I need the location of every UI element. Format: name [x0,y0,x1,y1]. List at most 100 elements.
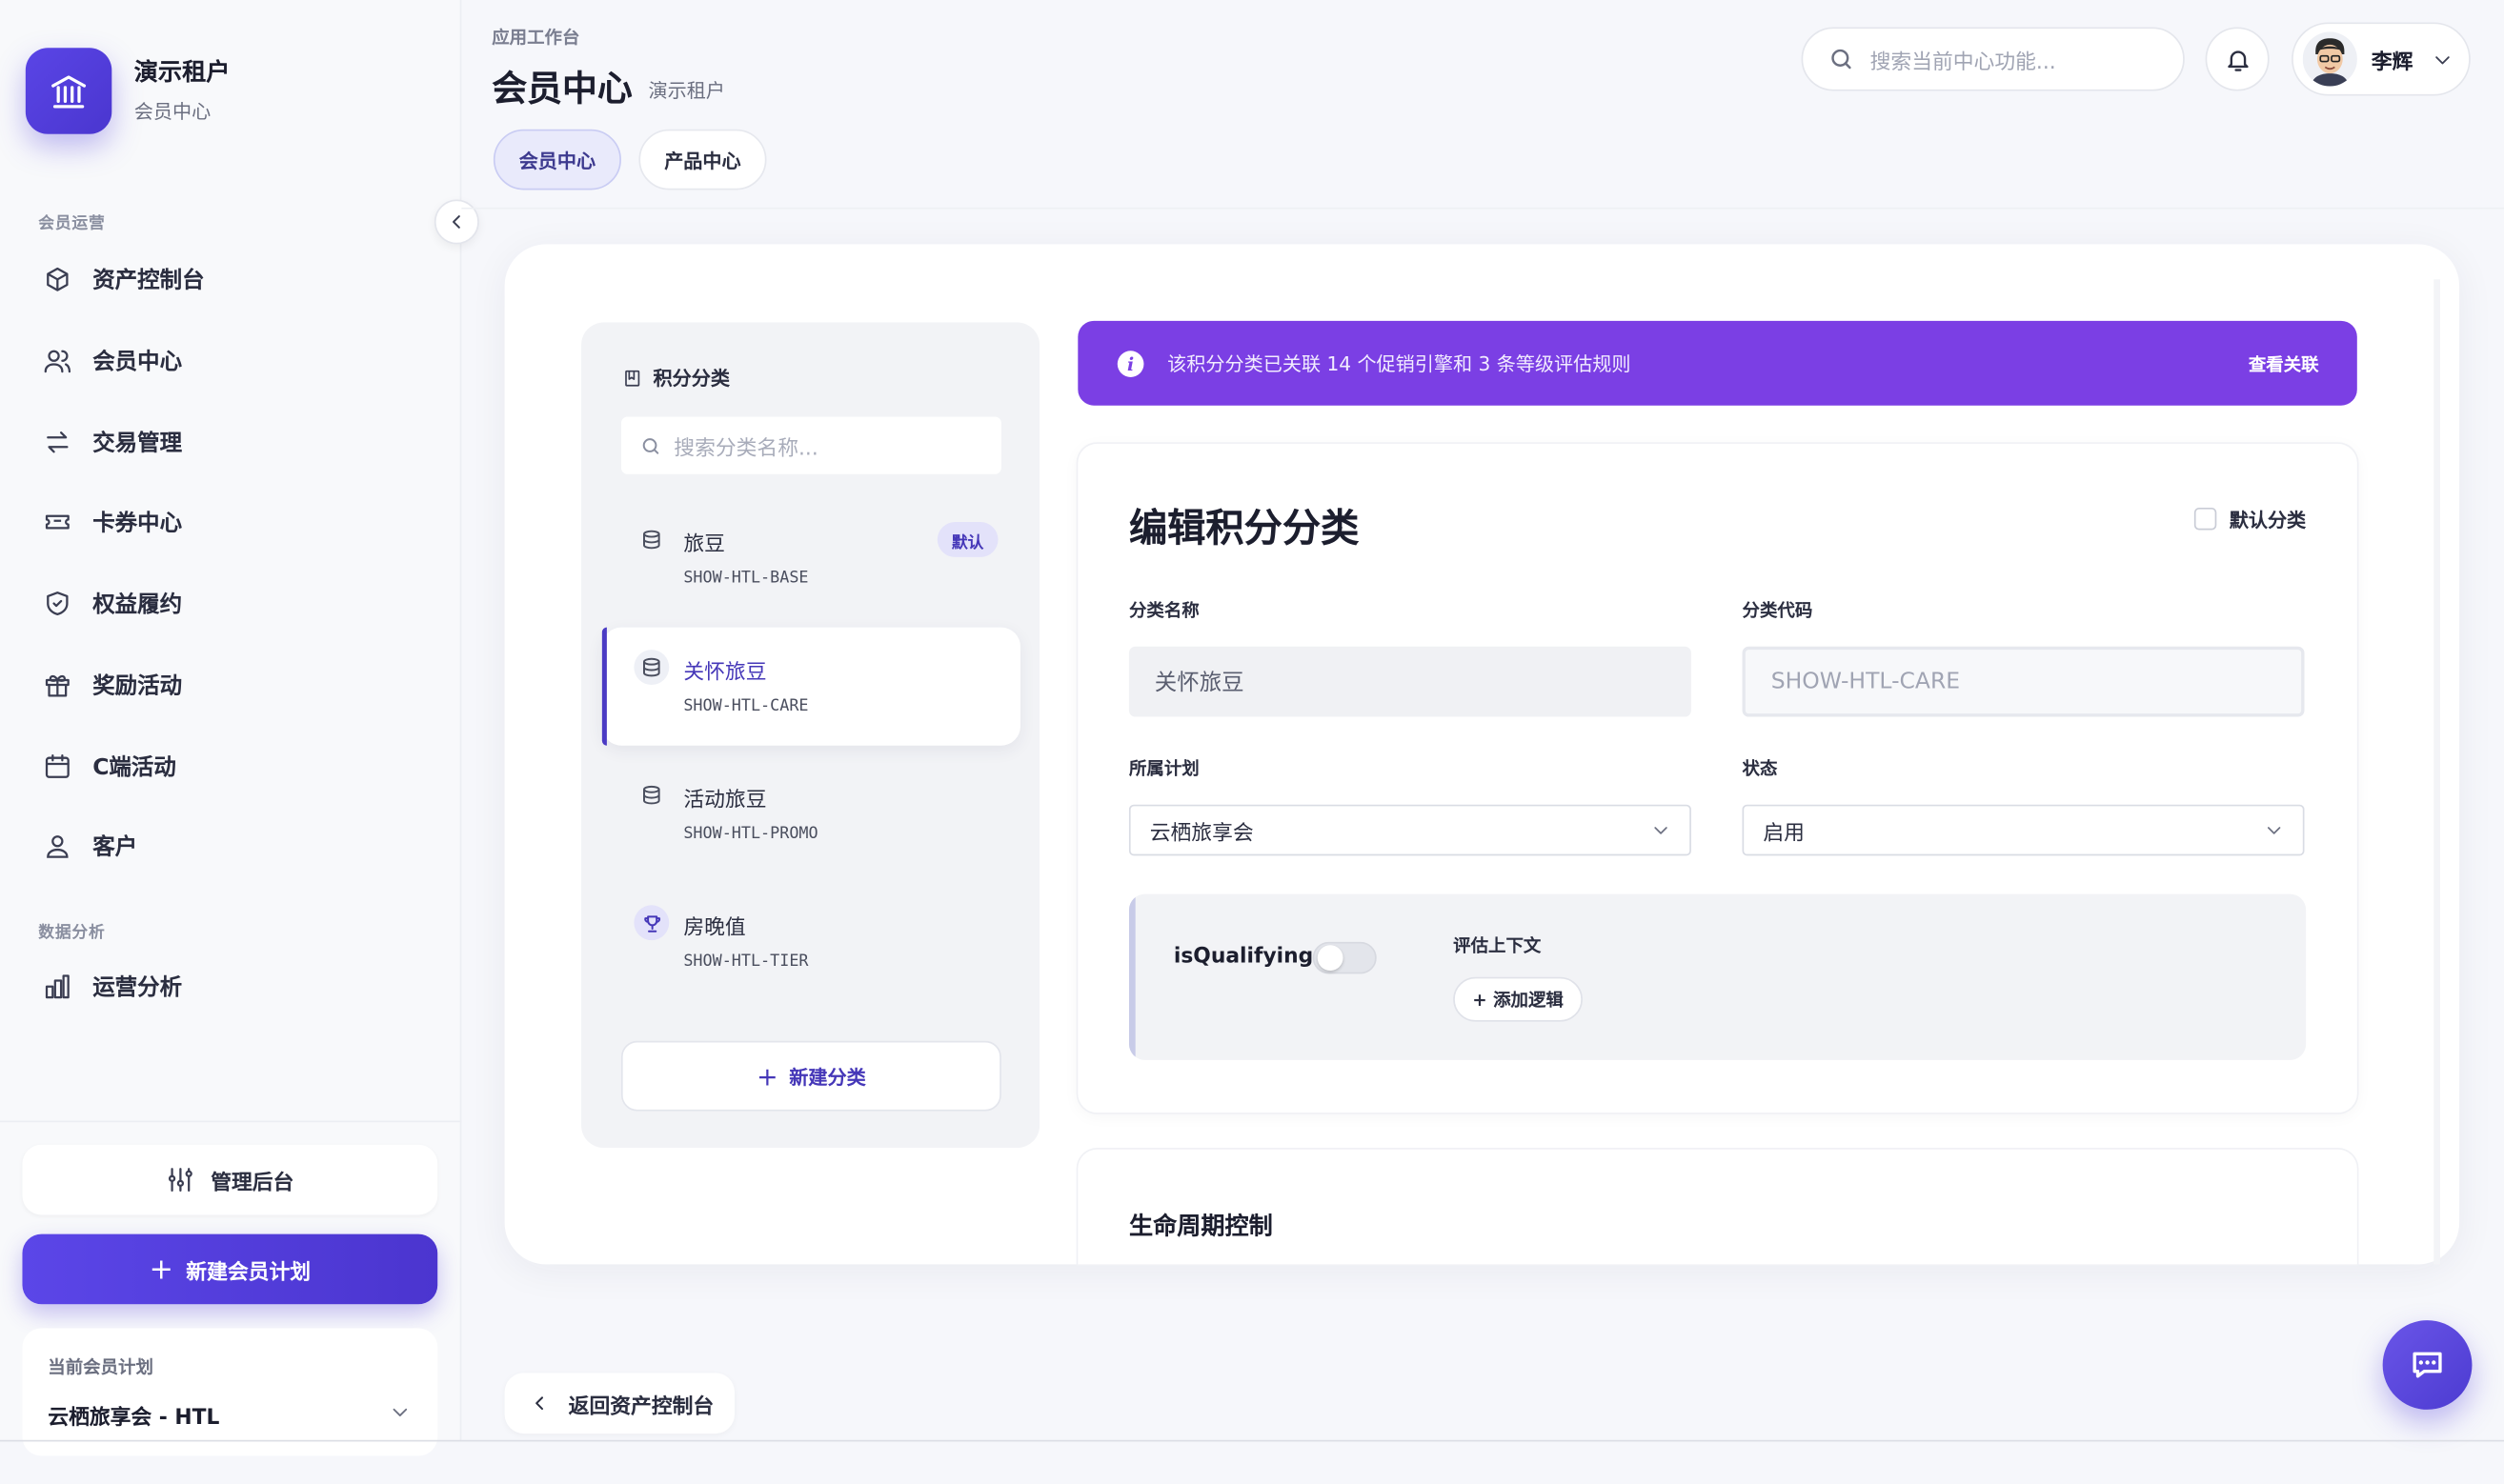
new-category-button[interactable]: + 新建分类 [620,1040,1001,1112]
category-item[interactable]: 房晚值 SHOW-HTL-TIER [602,883,1020,1001]
status-select-value: 启用 [1763,821,1805,846]
sidebar-item-label: 卡券中心 [92,511,183,537]
user-menu[interactable]: 李辉 [2292,22,2471,96]
tab-member-center[interactable]: 会员中心 [493,129,621,191]
sidebar-item-coupons[interactable]: 卡券中心 [22,491,437,554]
chat-icon [2413,1352,2442,1378]
users-icon [42,345,74,377]
plus-icon: + [149,1252,173,1287]
category-code-field[interactable]: SHOW-HTL-CARE [1742,646,2305,717]
field-label-code: 分类代码 [1742,600,1813,621]
alert-text: 该积分分类已关联 14 个促销引擎和 3 条等级评估规则 [1167,352,1631,375]
plan-select[interactable]: 云栖旅享会 [1128,804,1691,856]
category-code: SHOW-HTL-TIER [683,953,809,972]
field-label-plan: 所属计划 [1128,758,1200,779]
user-icon [42,831,74,863]
trophy-icon [634,905,670,941]
sidebar-item-c-events[interactable]: C端活动 [22,734,437,798]
chevron-down-icon[interactable] [390,1402,411,1423]
sidebar-item-label: 权益履约 [92,592,183,618]
admin-console-label: 管理后台 [211,1171,294,1195]
category-item-selected[interactable]: 关怀旅豆 SHOW-HTL-CARE [601,627,1020,746]
page-title: 会员中心 [492,70,633,110]
view-relations-link[interactable]: 查看关联 [2249,351,2319,376]
tab-product-center[interactable]: 产品中心 [638,129,767,191]
sidebar-item-label: 会员中心 [92,350,183,375]
category-item[interactable]: 旅豆 SHOW-HTL-BASE 默认 [602,500,1020,618]
sidebar-item-customers[interactable]: 客户 [22,814,437,878]
gift-icon [42,669,74,701]
cube-icon [42,264,74,296]
notifications-button[interactable] [2205,27,2270,91]
chat-support-button[interactable] [2382,1320,2473,1410]
field-label-status: 状态 [1742,758,1778,779]
scrollbar[interactable] [2433,279,2440,1265]
category-name: 房晚值 [683,916,746,941]
bell-icon [2227,50,2248,70]
add-logic-button[interactable]: + 添加逻辑 [1453,976,1583,1022]
sidebar-item-benefits[interactable]: 权益履约 [22,572,437,635]
sidebar-item-transactions[interactable]: 交易管理 [22,411,437,474]
category-name: 活动旅豆 [683,788,767,813]
category-code: SHOW-HTL-PROMO [683,825,818,843]
bottom-divider [0,1439,2504,1442]
sidebar-item-ops-analytics[interactable]: 运营分析 [22,954,437,1018]
category-panel-title: 积分分类 [623,364,730,391]
search-icon [1831,49,1851,70]
page-tenant: 演示租户 [648,79,725,103]
category-search-input[interactable]: 搜索分类名称... [620,416,1001,474]
qualifying-section [1128,893,2307,1060]
avatar [2302,31,2357,87]
category-item[interactable]: 活动旅豆 SHOW-HTL-PROMO [602,755,1020,873]
sidebar-item-label: 奖励活动 [92,673,183,700]
transfer-icon [42,426,74,458]
is-qualifying-label: isQualifying [1173,945,1314,970]
category-code: SHOW-HTL-CARE [683,697,809,715]
database-icon [634,650,670,686]
brand-subtitle: 会员中心 [133,100,212,124]
sidebar-item-label: 客户 [92,834,138,861]
new-member-plan-label: 新建会员计划 [186,1260,312,1285]
is-qualifying-toggle[interactable] [1312,941,1377,974]
new-member-plan-button[interactable]: + 新建会员计划 [22,1233,438,1305]
book-icon [625,369,640,386]
lifecycle-title: 生命周期控制 [1128,1212,1273,1241]
current-plan-label: 当前会员计划 [48,1356,153,1378]
ticket-icon [42,506,74,538]
sidebar-item-label: 运营分析 [92,975,183,1001]
user-name: 李辉 [2371,50,2413,74]
back-label: 返回资产控制台 [568,1394,715,1419]
brand-title: 演示租户 [133,57,231,87]
default-badge: 默认 [937,522,999,557]
sidebar-item-member-center[interactable]: 会员中心 [22,329,437,392]
back-to-asset-console-button[interactable]: 返回资产控制台 [504,1373,735,1434]
calendar-icon [42,751,74,783]
sidebar-item-label: 资产控制台 [92,268,205,294]
tab-label: 产品中心 [664,149,741,172]
header-divider [461,207,2504,210]
chevron-down-icon [1654,827,1667,834]
collapse-sidebar-button[interactable] [434,199,479,245]
category-search-placeholder: 搜索分类名称... [674,436,818,461]
sidebar-divider [0,1120,462,1123]
sidebar-item-label: C端活动 [92,754,176,781]
default-category-checkbox[interactable] [2193,507,2217,531]
search-placeholder: 搜索当前中心功能... [1869,50,2056,74]
info-icon: i [1117,350,1144,377]
status-select[interactable]: 启用 [1742,804,2305,856]
admin-console-button[interactable]: 管理后台 [22,1144,438,1215]
chevron-down-icon [2267,827,2281,834]
current-plan-selector[interactable] [22,1328,438,1456]
search-input[interactable]: 搜索当前中心功能... [1801,27,2185,91]
breadcrumb: 应用工作台 [492,27,580,49]
bank-logo-icon [25,48,112,134]
plan-select-value: 云栖旅享会 [1149,821,1254,846]
sidebar-item-rewards[interactable]: 奖励活动 [22,652,437,716]
category-name: 旅豆 [683,532,725,557]
sidebar-item-label: 交易管理 [92,431,183,457]
sidebar-item-asset-console[interactable]: 资产控制台 [22,248,437,311]
category-name: 关怀旅豆 [683,660,767,686]
database-icon [634,522,669,557]
category-name-field[interactable]: 关怀旅豆 [1128,646,1691,717]
new-category-label: 新建分类 [789,1065,866,1089]
